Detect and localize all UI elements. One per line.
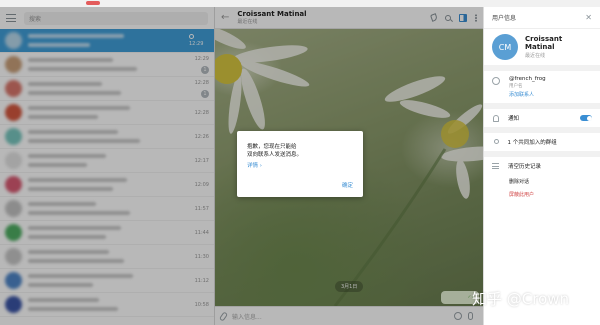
dialog-message-line1: 抱歉，您现在只能给 bbox=[247, 144, 297, 150]
close-icon[interactable]: ✕ bbox=[585, 13, 592, 22]
username-row: @french_frog 用户名 添加联系人 bbox=[484, 71, 600, 103]
avatar[interactable]: CM bbox=[492, 34, 518, 60]
info-icon bbox=[492, 77, 500, 85]
notifications-row[interactable]: 通知 bbox=[484, 109, 600, 127]
profile-name: Croissant Matinal bbox=[525, 35, 563, 51]
dialog-more-link[interactable]: 详情 › bbox=[247, 161, 353, 169]
info-panel-header: 用户信息 ✕ bbox=[484, 7, 600, 29]
notifications-toggle[interactable] bbox=[580, 115, 592, 121]
delete-chat-button[interactable]: 删除对话 bbox=[484, 175, 600, 188]
username-label: 用户名 bbox=[509, 84, 523, 89]
block-user-button[interactable]: 屏蔽此用户 bbox=[484, 188, 600, 201]
person-icon bbox=[493, 139, 499, 144]
add-contact-link[interactable]: 添加联系人 bbox=[509, 91, 546, 98]
window-titlebar bbox=[0, 0, 600, 7]
clear-history-button[interactable]: 清空历史记录 bbox=[508, 162, 541, 170]
bell-icon bbox=[493, 115, 499, 122]
user-info-panel: 用户信息 ✕ CM Croissant Matinal 最近在线 @french… bbox=[483, 7, 600, 325]
titlebar-indicator bbox=[86, 1, 100, 5]
notifications-label: 通知 bbox=[508, 116, 520, 122]
profile-status: 最近在线 bbox=[525, 53, 546, 59]
list-icon bbox=[492, 163, 499, 169]
username-value[interactable]: @french_frog bbox=[509, 76, 546, 82]
groups-in-common-label: 1 个共同加入的群组 bbox=[507, 140, 557, 146]
groups-in-common-row[interactable]: 1 个共同加入的群组 bbox=[484, 133, 600, 151]
dialog-ok-button[interactable]: 确定 bbox=[342, 181, 353, 189]
watermark: 知乎 @Crown bbox=[472, 290, 570, 308]
dialog-message-line2: 双向联系人发送消息。 bbox=[247, 152, 303, 159]
profile-card: CM Croissant Matinal 最近在线 bbox=[484, 29, 600, 71]
restriction-dialog: 抱歉，您现在只能给 双向联系人发送消息。 详情 › 确定 bbox=[237, 131, 363, 197]
info-panel-title: 用户信息 bbox=[492, 15, 517, 22]
clear-history-row[interactable]: 清空历史记录 bbox=[484, 157, 600, 175]
